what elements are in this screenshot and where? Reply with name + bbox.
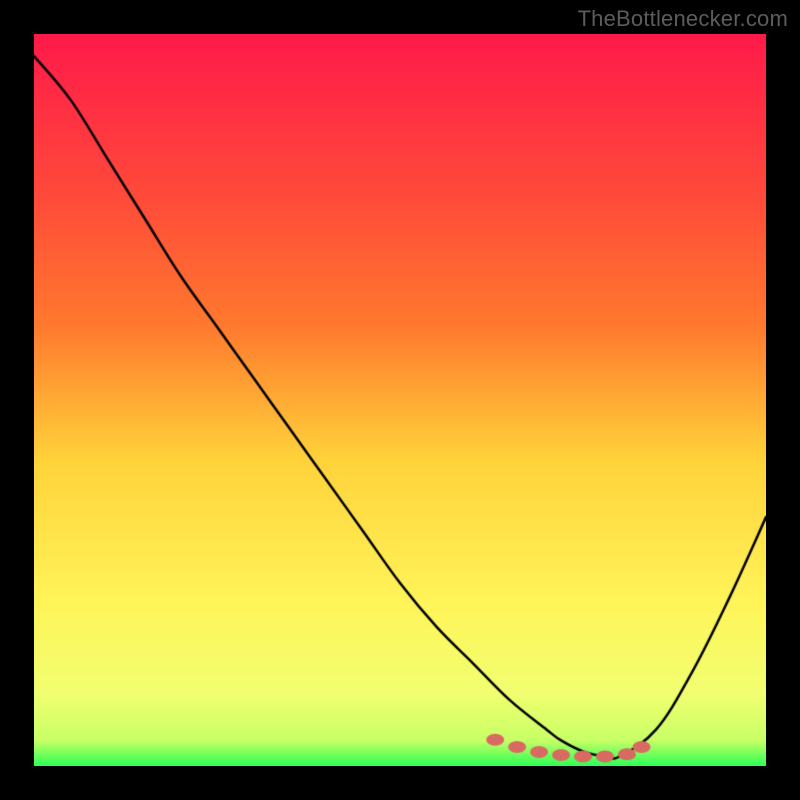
bottleneck-chart-canvas	[34, 34, 766, 766]
chart-container: TheBottlenecker.com	[0, 0, 800, 800]
attribution-label: TheBottlenecker.com	[578, 6, 788, 32]
plot-outer	[34, 34, 766, 766]
